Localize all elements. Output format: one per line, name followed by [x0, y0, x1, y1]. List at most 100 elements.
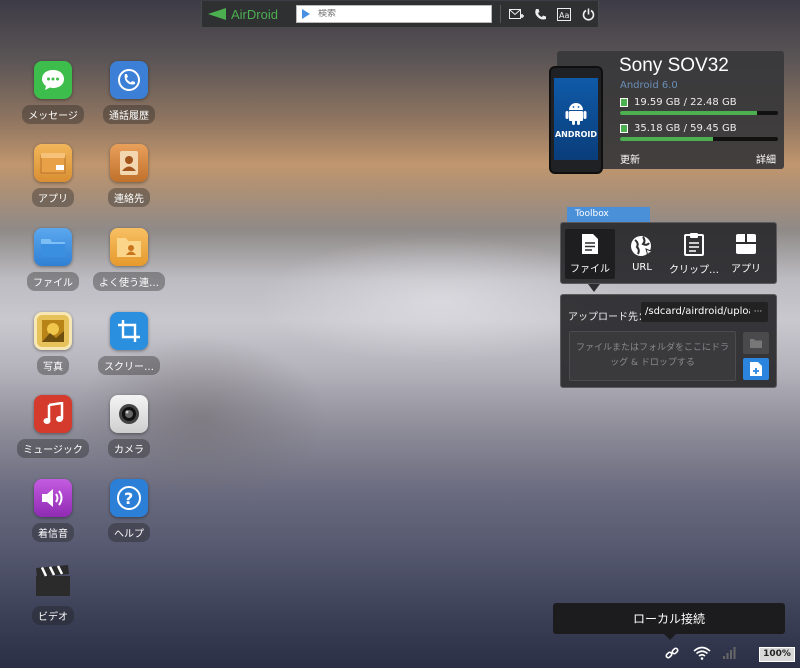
- app-call-log[interactable]: 通話履歴: [89, 61, 169, 131]
- tool-apps[interactable]: アプリ: [721, 229, 771, 279]
- translate-icon[interactable]: Aa: [555, 5, 573, 23]
- app-video[interactable]: ビデオ: [13, 562, 93, 632]
- android-version: Android 6.0: [620, 80, 678, 91]
- toolbox-pointer: [588, 284, 600, 292]
- upload-file-button[interactable]: [743, 358, 769, 380]
- power-icon[interactable]: [579, 5, 597, 23]
- signal-icon: [723, 646, 737, 662]
- app-label: ビデオ: [32, 606, 74, 625]
- tooltip-pointer: [664, 634, 676, 640]
- storage-text-row: 35.18 GB / 59.45 GB: [620, 123, 778, 134]
- ringtone-icon: [34, 479, 72, 517]
- upload-path-field[interactable]: /sdcard/airdroid/upload ···: [641, 302, 768, 322]
- sd-card-storage-bar: [620, 137, 778, 141]
- folder-upload-icon: [750, 339, 762, 348]
- internal-storage-icon: [620, 98, 628, 107]
- phone-image: ANDROID: [549, 66, 603, 174]
- app-apps[interactable]: アプリ: [13, 144, 93, 214]
- app-camera[interactable]: カメラ: [89, 395, 169, 465]
- app-files[interactable]: ファイル: [13, 228, 93, 298]
- airdroid-logo: AirDroid: [208, 7, 292, 22]
- app-contacts[interactable]: 連絡先: [89, 144, 169, 214]
- internal-storage: 19.59 GB / 22.48 GB: [620, 97, 778, 115]
- phone-screen: ANDROID: [554, 78, 598, 160]
- app-ringtones[interactable]: 着信音: [13, 479, 93, 549]
- svg-text:?: ?: [124, 489, 133, 508]
- upload-folder-button[interactable]: [743, 332, 769, 354]
- internal-storage-text: 19.59 GB / 22.48 GB: [634, 97, 737, 108]
- app-messages[interactable]: メッセージ: [13, 61, 93, 131]
- app-label: ファイル: [27, 272, 79, 291]
- file-upload-icon: [750, 362, 762, 376]
- android-robot-icon: [565, 102, 587, 125]
- status-bar: 100%: [655, 643, 795, 665]
- app-photos[interactable]: 写真: [13, 312, 93, 382]
- globe-icon: [631, 236, 654, 257]
- sd-card-storage-fill: [620, 137, 714, 141]
- app-label: ミュージック: [17, 439, 89, 458]
- music-icon: [34, 395, 72, 433]
- search-box[interactable]: [296, 5, 492, 23]
- screenshot-icon: [110, 312, 148, 350]
- camera-icon: [110, 395, 148, 433]
- app-label: よく使う連…: [93, 272, 165, 291]
- top-bar: AirDroid Aa: [201, 1, 599, 28]
- tool-label: URL: [632, 262, 652, 273]
- browse-path-button[interactable]: ···: [750, 302, 766, 322]
- tool-label: ファイル: [570, 264, 610, 275]
- app-label: メッセージ: [22, 105, 84, 124]
- app-label: カメラ: [108, 439, 150, 458]
- connection-tooltip: ローカル接続: [553, 603, 785, 634]
- app-label: アプリ: [32, 188, 74, 207]
- photo-icon: [34, 312, 72, 350]
- app-help[interactable]: ? ヘルプ: [89, 479, 169, 549]
- app-label: 着信音: [32, 523, 74, 542]
- toolbar-divider: [500, 5, 501, 23]
- refresh-link[interactable]: 更新: [620, 151, 640, 166]
- tool-label: クリップ…: [669, 265, 719, 276]
- toolbox-tab[interactable]: Toolbox: [567, 207, 650, 222]
- app-box-icon: [34, 144, 72, 182]
- contacts-icon: [110, 144, 148, 182]
- drop-zone[interactable]: ファイルまたはフォルダをここにドラッグ & ドロップする: [569, 331, 736, 381]
- connection-tooltip-text: ローカル接続: [632, 612, 705, 626]
- favorite-contacts-icon: [110, 228, 148, 266]
- call-log-icon: [110, 61, 148, 99]
- app-icon: [736, 234, 756, 254]
- tool-url[interactable]: URL: [617, 229, 667, 279]
- toolbox-panel: ファイル URL クリップ… アプリ: [560, 222, 777, 284]
- app-screenshot[interactable]: スクリー…: [89, 312, 169, 382]
- details-link[interactable]: 詳細: [756, 151, 776, 166]
- tool-file[interactable]: ファイル: [565, 229, 615, 279]
- sd-card-storage: 35.18 GB / 59.45 GB: [620, 123, 778, 141]
- message-add-icon[interactable]: [507, 5, 525, 23]
- link-icon[interactable]: [665, 646, 679, 663]
- svg-text:Aa: Aa: [559, 11, 569, 20]
- app-label: スクリー…: [98, 356, 160, 375]
- message-icon: [34, 61, 72, 99]
- internal-storage-fill: [620, 111, 758, 115]
- upload-path-text: /sdcard/airdroid/upload: [645, 306, 761, 317]
- play-store-icon: [302, 9, 310, 19]
- storage-text-row: 19.59 GB / 22.48 GB: [620, 97, 778, 108]
- battery-level: 100%: [763, 649, 791, 659]
- app-label: 通話履歴: [103, 105, 155, 124]
- tool-label: アプリ: [731, 264, 761, 275]
- help-icon: ?: [110, 479, 148, 517]
- app-label: ヘルプ: [108, 523, 150, 542]
- tool-clipboard[interactable]: クリップ…: [669, 229, 719, 279]
- app-label: 写真: [37, 356, 69, 375]
- video-icon: [34, 562, 72, 600]
- phone-icon[interactable]: [531, 5, 549, 23]
- folder-icon: [34, 228, 72, 266]
- sd-card-icon: [620, 124, 628, 133]
- device-name: Sony SOV32: [619, 55, 729, 76]
- app-favorite-contacts[interactable]: よく使う連…: [89, 228, 169, 298]
- battery-indicator: 100%: [759, 646, 795, 662]
- search-input[interactable]: [318, 9, 478, 19]
- drop-zone-text: ファイルまたはフォルダをここにドラッグ & ドロップする: [576, 343, 730, 368]
- upload-destination-label: アップロード先：: [568, 312, 648, 323]
- upload-panel: アップロード先： /sdcard/airdroid/upload ··· ファイ…: [560, 294, 777, 388]
- clipboard-icon: [684, 233, 704, 256]
- app-music[interactable]: ミュージック: [13, 395, 93, 465]
